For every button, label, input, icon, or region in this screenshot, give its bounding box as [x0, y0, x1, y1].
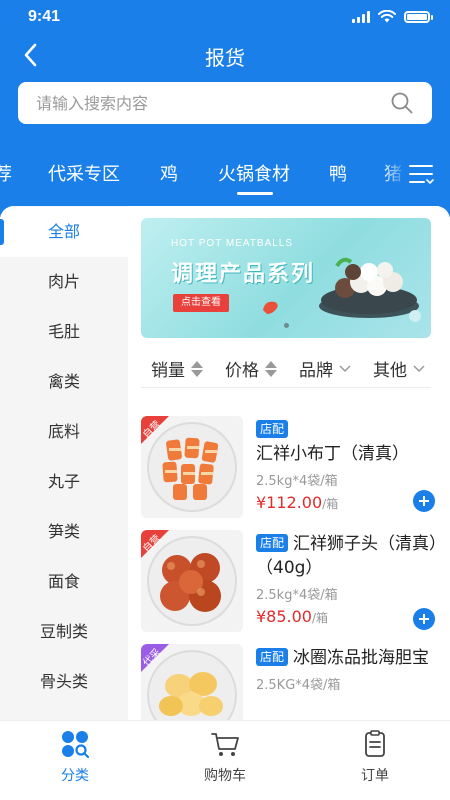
product-item[interactable]: 自营 店配汇祥小布丁（清真） 2.5kg*4袋/箱 ¥112.00/箱 [141, 416, 441, 524]
sidebar-item-label: 禽类 [47, 372, 80, 391]
tab-category-label: 分类 [61, 768, 89, 784]
category-menu-icon[interactable] [408, 162, 434, 186]
shrimp-icon [263, 301, 278, 314]
delivery-tag: 店配 [256, 420, 289, 438]
sidebar-item-all[interactable]: 全部 [0, 207, 128, 257]
sidebar-item-meatballs[interactable]: 丸子 [0, 457, 128, 507]
sidebar-item-meat-slices[interactable]: 肉片 [0, 257, 128, 307]
product-item[interactable]: 自营 店配 汇祥狮子头（清真）（40g） 2.5kg*4袋/箱 ¥85.00/箱 [141, 530, 441, 638]
sidebar-item-label: 笋类 [47, 522, 80, 541]
category-tabs: 荐 代采专区 鸡 火锅食材 鸭 猪 [0, 150, 450, 200]
tab-cart-label: 购物车 [204, 768, 246, 784]
category-icon [62, 731, 90, 759]
sidebar-item-bones[interactable]: 骨头类 [0, 657, 128, 707]
tab-category[interactable]: 分类 [25, 729, 125, 785]
product-spec: 2.5KG*4袋/箱 [256, 678, 341, 693]
tab-orders[interactable]: 订单 [325, 729, 425, 785]
sidebar-item-label: 全部 [47, 222, 80, 241]
sidebar-item-label: 肉片 [47, 272, 80, 291]
product-content: HOT POT MEATBALLS 调理产品系列 点击查看 销量 价格 品牌 其… [128, 206, 450, 720]
delivery-tag: 店配 [256, 648, 289, 666]
product-item[interactable]: 代采 店配 冰圈冻品批海胆宝 2.5KG*4袋/箱 [141, 644, 441, 720]
filter-other-label: 其他 [373, 361, 407, 381]
main-panel: 全部 肉片 毛肚 禽类 底料 丸子 笋类 面食 豆制类 骨头类 HOT POT … [0, 206, 450, 720]
tab-proxy-purchase[interactable]: 代采专区 [48, 160, 120, 186]
sidebar-item-label: 底料 [47, 422, 80, 441]
sidebar-item-soup-base[interactable]: 底料 [0, 407, 128, 457]
filter-brand-label: 品牌 [299, 361, 333, 381]
search-icon[interactable] [390, 91, 414, 115]
navbar: 报货 [0, 36, 450, 76]
banner-view-button[interactable]: 点击查看 [173, 294, 229, 312]
promo-banner[interactable]: HOT POT MEATBALLS 调理产品系列 点击查看 [141, 218, 431, 338]
tab-chicken[interactable]: 鸡 [160, 160, 178, 186]
status-time: 9:41 [28, 8, 61, 25]
status-icons [352, 10, 433, 23]
product-name: 店配 冰圈冻品批海胆宝 [256, 646, 441, 670]
product-image: 自营 [141, 416, 243, 518]
orders-icon [365, 730, 385, 757]
sidebar-item-label: 豆制类 [39, 622, 88, 641]
banner-pagination [141, 323, 431, 328]
sidebar-item-label: 面食 [47, 572, 80, 591]
active-tab-indicator [237, 192, 273, 195]
delivery-tag: 店配 [256, 534, 289, 552]
filter-other[interactable]: 其他 [373, 356, 425, 381]
cart-icon [211, 733, 239, 756]
sort-price[interactable]: 价格 [225, 356, 277, 381]
sidebar-item-tofu[interactable]: 豆制类 [0, 607, 128, 657]
add-to-cart-button[interactable] [413, 608, 435, 630]
sidebar-item-tripe[interactable]: 毛肚 [0, 307, 128, 357]
sort-arrows-icon [265, 360, 277, 377]
wifi-icon [378, 10, 396, 23]
sort-sales[interactable]: 销量 [151, 356, 203, 381]
sidebar-active-indicator [0, 219, 4, 245]
product-spec: 2.5kg*4袋/箱 [256, 588, 338, 603]
product-name: 店配 汇祥狮子头（清真）（40g） [256, 534, 438, 578]
sidebar-item-label: 骨头类 [39, 672, 88, 691]
meatballs-bowl-image [319, 257, 421, 322]
battery-icon [404, 10, 433, 23]
bottom-tab-bar: 分类 购物车 订单 [0, 720, 450, 800]
sidebar-item-label: 丸子 [47, 472, 80, 491]
sort-arrows-icon [191, 360, 203, 377]
product-spec: 2.5kg*4袋/箱 [256, 474, 338, 489]
product-image: 自营 [141, 530, 243, 632]
banner-subtitle: HOT POT MEATBALLS [171, 238, 294, 249]
tab-orders-label: 订单 [361, 768, 389, 784]
search-input[interactable] [36, 82, 376, 124]
sidebar-item-label: 毛肚 [47, 322, 80, 341]
header: 9:41 报货 荐 代采专区 鸡 火锅食材 鸭 [0, 0, 450, 230]
sidebar-item-bamboo-shoots[interactable]: 笋类 [0, 507, 128, 557]
tab-duck[interactable]: 鸭 [329, 160, 347, 186]
tab-cart[interactable]: 购物车 [175, 729, 275, 785]
sidebar: 全部 肉片 毛肚 禽类 底料 丸子 笋类 面食 豆制类 骨头类 [0, 206, 128, 720]
sidebar-item-noodles[interactable]: 面食 [0, 557, 128, 607]
status-bar: 9:41 [0, 0, 450, 36]
sort-sales-label: 销量 [151, 361, 185, 381]
sidebar-item-poultry[interactable]: 禽类 [0, 357, 128, 407]
add-to-cart-button[interactable] [413, 490, 435, 512]
banner-title: 调理产品系列 [171, 262, 316, 287]
product-info: 店配 汇祥狮子头（清真）（40g） 2.5kg*4袋/箱 ¥85.00/箱 [256, 532, 441, 626]
filter-brand[interactable]: 品牌 [299, 356, 351, 381]
search-box[interactable] [18, 82, 432, 124]
sort-price-label: 价格 [225, 361, 259, 381]
product-info: 店配 冰圈冻品批海胆宝 2.5KG*4袋/箱 [256, 646, 441, 693]
product-name: 店配汇祥小布丁（清真） [256, 420, 409, 464]
product-image: 代采 [141, 644, 243, 720]
tab-hotpot[interactable]: 火锅食材 [218, 160, 290, 186]
chevron-down-icon [339, 364, 351, 372]
chevron-down-icon [413, 364, 425, 372]
signal-icon [352, 10, 370, 23]
page-title: 报货 [205, 46, 245, 70]
sort-bar: 销量 价格 品牌 其他 [141, 348, 431, 388]
tab-recommend[interactable]: 荐 [0, 160, 12, 186]
